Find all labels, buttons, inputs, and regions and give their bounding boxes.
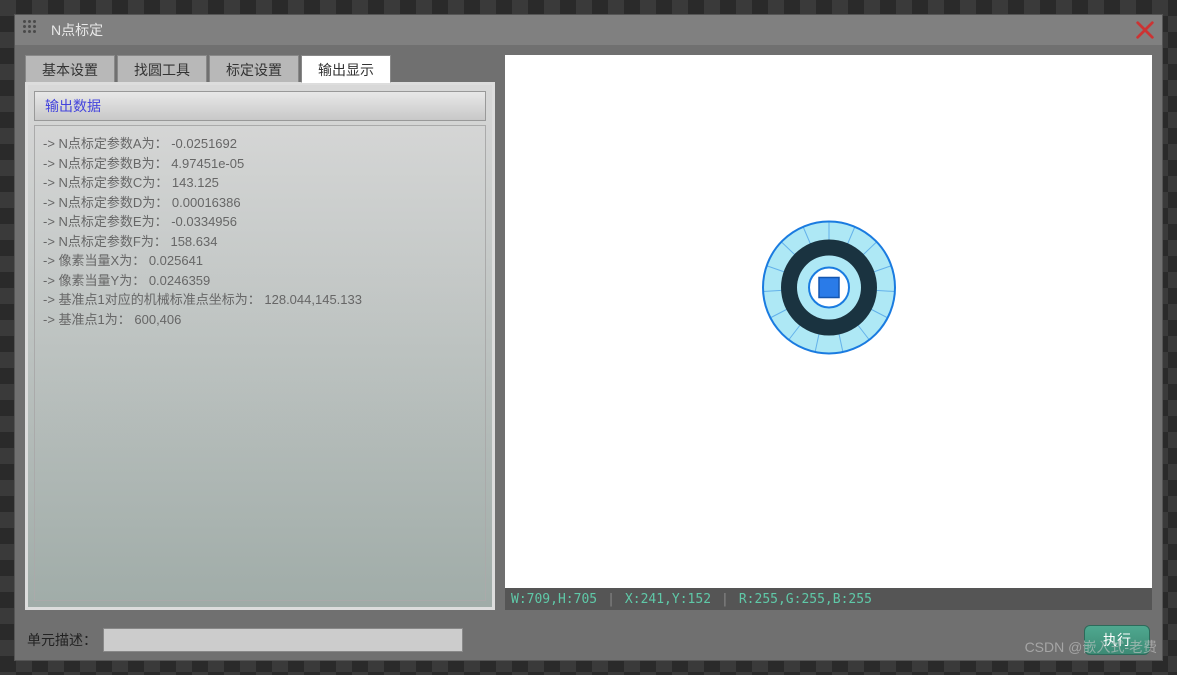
output-line: -> N点标定参数A为： -0.0251692 [43,134,477,154]
tab-calib-settings[interactable]: 标定设置 [209,55,299,83]
output-line: -> N点标定参数E为： -0.0334956 [43,212,477,232]
close-button[interactable] [1134,19,1156,41]
output-line: -> N点标定参数B为： 4.97451e-05 [43,154,477,174]
output-list: -> N点标定参数A为： -0.0251692 -> N点标定参数B为： 4.9… [34,125,486,601]
image-viewport[interactable] [505,55,1152,588]
main-window: N点标定 基本设置 找圆工具 标定设置 输出显示 输出数据 -> N点标定参数A… [14,14,1163,661]
status-separator: | [721,592,729,607]
bottom-bar: 单元描述： 执行 [15,620,1162,660]
output-line: -> 像素当量X为： 0.025641 [43,251,477,271]
description-group: 单元描述： [27,628,463,652]
output-line: -> 像素当量Y为： 0.0246359 [43,271,477,291]
status-xy: X:241,Y:152 [625,592,711,607]
status-bar: W:709,H:705 | X:241,Y:152 | R:255,G:255,… [505,588,1152,610]
status-separator: | [607,592,615,607]
description-input[interactable] [103,628,463,652]
tab-find-circle[interactable]: 找圆工具 [117,55,207,83]
execute-button[interactable]: 执行 [1084,625,1150,655]
content-area: 基本设置 找圆工具 标定设置 输出显示 输出数据 -> N点标定参数A为： -0… [15,45,1162,620]
output-line: -> N点标定参数F为： 158.634 [43,232,477,252]
right-panel: W:709,H:705 | X:241,Y:152 | R:255,G:255,… [505,55,1152,610]
output-line: -> N点标定参数D为： 0.00016386 [43,193,477,213]
output-line: -> 基准点1为： 600,406 [43,310,477,330]
titlebar[interactable]: N点标定 [15,15,1162,45]
output-group-header[interactable]: 输出数据 [34,91,486,121]
left-panel: 基本设置 找圆工具 标定设置 输出显示 输出数据 -> N点标定参数A为： -0… [25,55,495,610]
tab-basic-settings[interactable]: 基本设置 [25,55,115,83]
calibration-target-icon [759,217,899,362]
close-icon [1134,19,1156,41]
drag-grip-icon [23,20,43,40]
tab-output-display[interactable]: 输出显示 [301,55,391,83]
tab-strip: 基本设置 找圆工具 标定设置 输出显示 [25,55,495,83]
description-label: 单元描述： [27,630,97,650]
output-line: -> N点标定参数C为： 143.125 [43,173,477,193]
output-line: -> 基准点1对应的机械标准点坐标为： 128.044,145.133 [43,290,477,310]
window-title: N点标定 [51,20,103,40]
status-rgb: R:255,G:255,B:255 [739,592,872,607]
tab-content: 输出数据 -> N点标定参数A为： -0.0251692 -> N点标定参数B为… [25,82,495,610]
status-wh: W:709,H:705 [511,592,597,607]
